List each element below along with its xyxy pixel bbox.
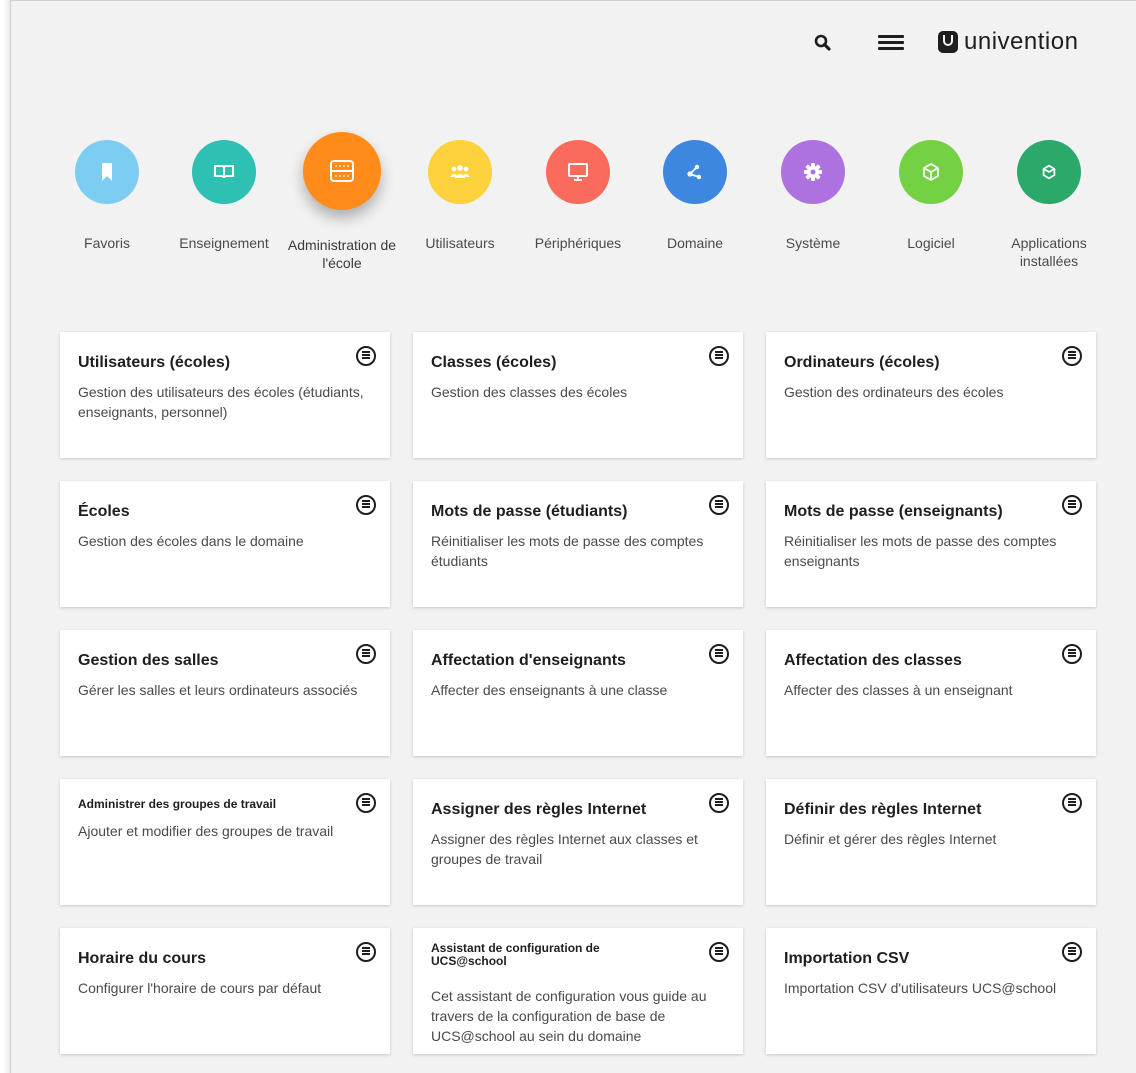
tile-title: Administrer des groupes de travail <box>78 797 277 811</box>
tile-description: Assigner des règles Internet aux classes… <box>431 831 698 867</box>
tile-description: Gestion des utilisateurs des écoles (étu… <box>78 384 364 420</box>
tile-title: Assistant de configuration de UCS@school <box>431 941 600 968</box>
category-label: Applications installées <box>1011 235 1087 269</box>
tile-assigner-regles-internet[interactable]: Assigner des règles Internet Assigner de… <box>413 779 743 905</box>
tile-title: Affectation d'enseignants <box>431 652 626 669</box>
package-icon <box>899 140 963 204</box>
tile-title: Écoles <box>78 503 130 520</box>
favorite-menu-icon[interactable] <box>1062 644 1082 664</box>
category-logiciel[interactable]: Logiciel <box>876 140 986 252</box>
bookmark-icon <box>75 140 139 204</box>
favorite-menu-icon[interactable] <box>709 793 729 813</box>
package-filled-icon <box>1017 140 1081 204</box>
category-label: Système <box>785 235 841 251</box>
tile-horaire-du-cours[interactable]: Horaire du cours Configurer l'horaire de… <box>60 928 390 1054</box>
favorite-menu-icon[interactable] <box>1062 942 1082 962</box>
tile-title: Mots de passe (étudiants) <box>431 503 628 520</box>
favorite-menu-icon[interactable] <box>1062 346 1082 366</box>
tile-description: Gérer les salles et leurs ordinateurs as… <box>78 682 358 698</box>
category-label: Utilisateurs <box>425 235 495 251</box>
network-icon <box>663 140 727 204</box>
tile-description: Réinitialiser les mots de passe des comp… <box>431 533 704 569</box>
tile-mots-de-passe-enseignants[interactable]: Mots de passe (enseignants) Réinitialise… <box>766 481 1096 607</box>
favorite-menu-icon[interactable] <box>709 644 729 664</box>
favorite-menu-icon[interactable] <box>1062 495 1082 515</box>
favorite-menu-icon[interactable] <box>356 495 376 515</box>
favorite-menu-icon[interactable] <box>709 346 729 366</box>
tile-description: Cet assistant de configuration vous guid… <box>431 988 707 1044</box>
tile-description: Configurer l'horaire de cours par défaut <box>78 980 322 996</box>
tile-importation-csv[interactable]: Importation CSV Importation CSV d'utilis… <box>766 928 1096 1054</box>
favorite-menu-icon[interactable] <box>1062 793 1082 813</box>
favorite-menu-icon[interactable] <box>356 346 376 366</box>
tile-title: Classes (écoles) <box>431 354 557 371</box>
tile-description: Gestion des classes des écoles <box>431 384 628 400</box>
tile-title: Assigner des règles Internet <box>431 801 647 818</box>
tile-title: Affectation des classes <box>784 652 962 669</box>
users-icon <box>428 140 492 204</box>
tile-description: Gestion des ordinateurs des écoles <box>784 384 1004 400</box>
favorite-menu-icon[interactable] <box>356 942 376 962</box>
tile-classes-ecoles[interactable]: Classes (écoles) Gestion des classes des… <box>413 332 743 458</box>
tile-title: Mots de passe (enseignants) <box>784 503 1003 520</box>
tile-title: Utilisateurs (écoles) <box>78 354 231 371</box>
tile-gestion-des-salles[interactable]: Gestion des salles Gérer les salles et l… <box>60 630 390 756</box>
category-utilisateurs[interactable]: Utilisateurs <box>405 140 515 252</box>
tile-title: Définir des règles Internet <box>784 801 982 818</box>
univention-logo: univention <box>938 26 1078 58</box>
tile-description: Définir et gérer des règles Internet <box>784 831 997 847</box>
tile-title: Horaire du cours <box>78 950 207 967</box>
category-label: Logiciel <box>907 235 955 251</box>
category-favoris[interactable]: Favoris <box>52 140 162 252</box>
category-label: Domaine <box>666 235 724 251</box>
category-label: Enseignement <box>179 235 269 251</box>
search-icon[interactable] <box>812 32 834 54</box>
abacus-icon <box>303 132 381 210</box>
tile-title: Gestion des salles <box>78 652 219 669</box>
tile-ecoles[interactable]: Écoles Gestion des écoles dans le domain… <box>60 481 390 607</box>
tile-ordinateurs-ecoles[interactable]: Ordinateurs (écoles) Gestion des ordinat… <box>766 332 1096 458</box>
tile-assistant-configuration[interactable]: Assistant de configuration de UCS@school… <box>413 928 743 1054</box>
category-peripheriques[interactable]: Périphériques <box>523 140 633 252</box>
category-applications-installees[interactable]: Applications installées <box>994 140 1104 270</box>
category-label: Favoris <box>84 235 130 251</box>
tile-description: Affecter des enseignants à une classe <box>431 682 668 698</box>
tile-definir-regles-internet[interactable]: Définir des règles Internet Définir et g… <box>766 779 1096 905</box>
category-label: Périphériques <box>534 235 622 251</box>
favorite-menu-icon[interactable] <box>709 942 729 962</box>
tile-description: Ajouter et modifier des groupes de trava… <box>78 823 334 839</box>
tile-title: Importation CSV <box>784 950 910 967</box>
hamburger-menu-icon[interactable] <box>878 32 904 54</box>
tile-affectation-enseignants[interactable]: Affectation d'enseignants Affecter des e… <box>413 630 743 756</box>
tile-description: Importation CSV d'utilisateurs UCS@schoo… <box>784 980 1057 996</box>
tile-description: Réinitialiser les mots de passe des comp… <box>784 533 1057 569</box>
category-label: Administration de l'école <box>287 237 397 271</box>
favorite-menu-icon[interactable] <box>709 495 729 515</box>
tile-utilisateurs-ecoles[interactable]: Utilisateurs (écoles) Gestion des utilis… <box>60 332 390 458</box>
category-enseignement[interactable]: Enseignement <box>169 140 279 252</box>
tile-title: Ordinateurs (écoles) <box>784 354 940 371</box>
favorite-menu-icon[interactable] <box>356 644 376 664</box>
univention-logo-icon <box>938 31 958 53</box>
category-administration-ecole[interactable]: Administration de l'école <box>287 132 397 272</box>
tile-description: Gestion des écoles dans le domaine <box>78 533 304 549</box>
tile-description: Affecter des classes à un enseignant <box>784 682 1013 698</box>
tile-groupes-de-travail[interactable]: Administrer des groupes de travail Ajout… <box>60 779 390 905</box>
tile-mots-de-passe-etudiants[interactable]: Mots de passe (étudiants) Réinitialiser … <box>413 481 743 607</box>
gear-icon <box>781 140 845 204</box>
book-icon <box>192 140 256 204</box>
tile-affectation-classes[interactable]: Affectation des classes Affecter des cla… <box>766 630 1096 756</box>
favorite-menu-icon[interactable] <box>356 793 376 813</box>
brand-name: univention <box>964 28 1079 55</box>
category-systeme[interactable]: Système <box>758 140 868 252</box>
category-domaine[interactable]: Domaine <box>640 140 750 252</box>
monitor-icon <box>546 140 610 204</box>
